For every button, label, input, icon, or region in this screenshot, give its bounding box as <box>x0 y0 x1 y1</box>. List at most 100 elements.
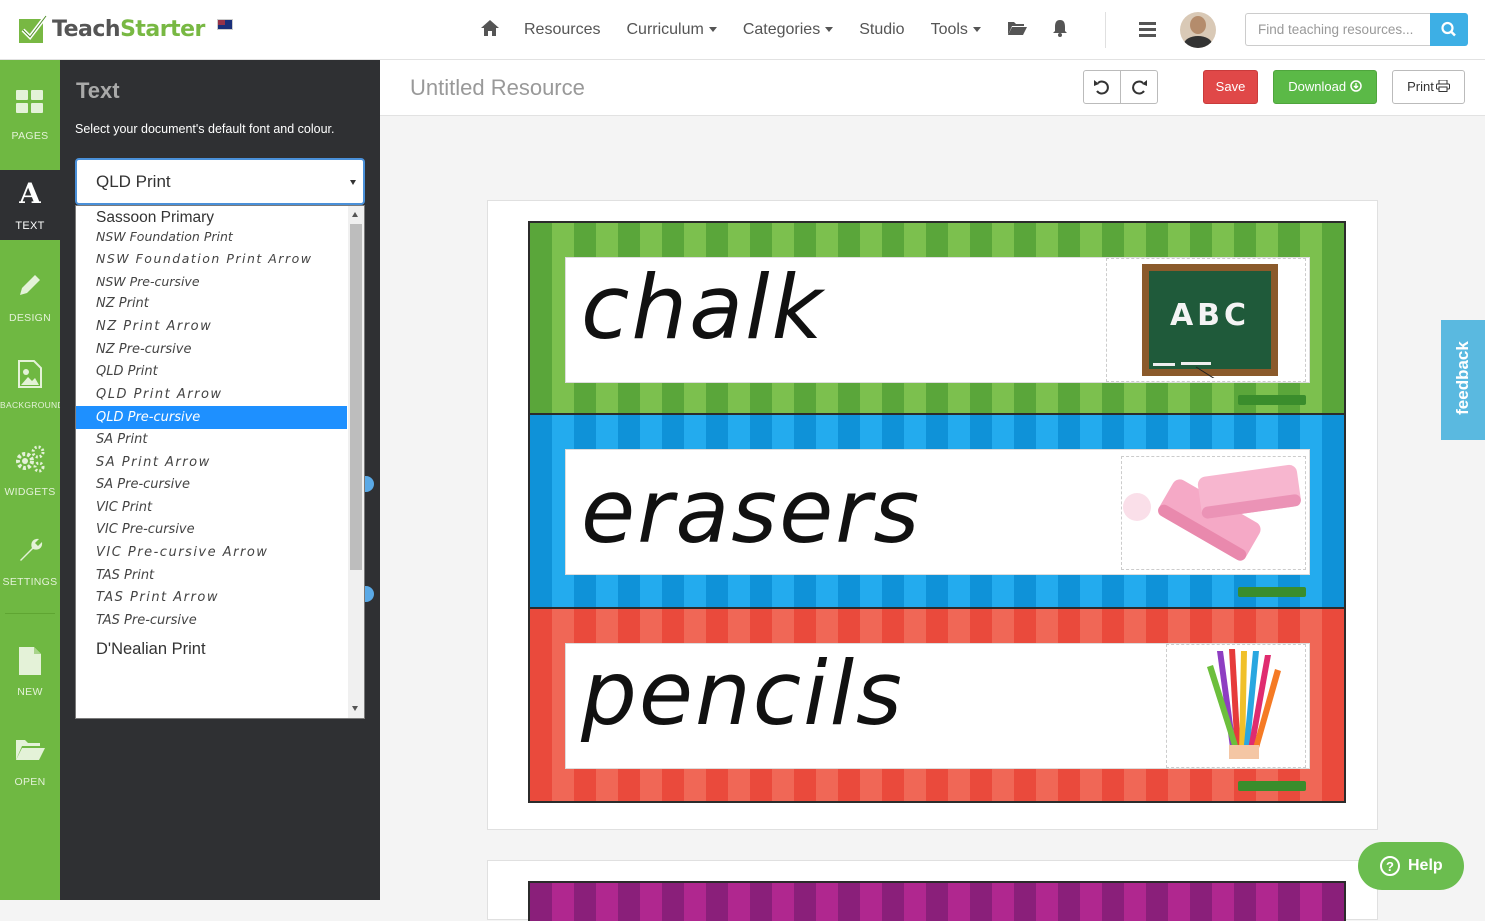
grid-icon <box>16 90 43 113</box>
font-option[interactable]: NZ Print Arrow <box>76 315 347 338</box>
home-icon[interactable] <box>480 19 500 42</box>
redo-button[interactable] <box>1120 70 1158 104</box>
word-card[interactable]: pencils <box>528 607 1346 803</box>
undo-button[interactable] <box>1083 70 1121 104</box>
nav-studio[interactable]: Studio <box>859 21 904 39</box>
brand-part-teach: Teach <box>52 16 121 42</box>
sidebar-item-label: NEW <box>17 686 43 698</box>
sidebar-item-settings[interactable]: SETTINGS <box>0 520 60 608</box>
pencils-illustration <box>1207 649 1281 759</box>
editor-sidebar: PAGES A TEXT DESIGN BACKGROUND WIDGETS S… <box>0 60 64 900</box>
scroll-down-arrow-icon[interactable] <box>352 706 358 711</box>
search-input[interactable]: Find teaching resources... <box>1245 13 1430 46</box>
slider-handle[interactable] <box>365 476 374 492</box>
slider-handle[interactable] <box>365 586 374 602</box>
sidebar-item-label: SETTINGS <box>2 576 58 588</box>
word-card[interactable] <box>528 881 1346 921</box>
user-avatar[interactable] <box>1180 12 1216 48</box>
nav-tools-label: Tools <box>930 21 968 38</box>
sidebar-item-new[interactable]: NEW <box>0 630 60 718</box>
chalkboard-text: ABC <box>1170 298 1250 333</box>
card-word[interactable]: erasers <box>581 468 921 556</box>
sidebar-item-background[interactable]: BACKGROUND <box>0 340 64 428</box>
teachstarter-watermark <box>1238 395 1306 405</box>
scroll-up-arrow-icon[interactable] <box>352 212 358 217</box>
document-page[interactable]: chalk ABC erasers pencils <box>487 200 1378 830</box>
feedback-label: feedback <box>1453 341 1472 415</box>
main-nav: Resources Curriculum Categories Studio T… <box>480 0 1095 60</box>
font-option[interactable]: NSW Foundation Print <box>76 225 347 248</box>
document-page-2[interactable] <box>487 860 1378 921</box>
card-image-frame[interactable] <box>1166 644 1306 768</box>
font-dropdown-list: Sassoon Primary NSW Foundation Print NSW… <box>75 205 365 719</box>
panel-title: Text <box>76 78 120 103</box>
sidebar-item-pages[interactable]: PAGES <box>0 60 60 148</box>
help-button[interactable]: ? Help <box>1358 842 1464 890</box>
hamburger-menu-icon[interactable] <box>1139 22 1156 37</box>
sidebar-item-label: TEXT <box>15 220 45 232</box>
font-option[interactable]: QLD Print Arrow <box>76 383 347 406</box>
font-option[interactable]: VIC Print <box>76 496 347 519</box>
redo-icon <box>1132 80 1147 95</box>
word-card-inner: pencils <box>565 643 1310 769</box>
print-button[interactable]: Print <box>1392 70 1465 104</box>
font-option[interactable]: TAS Print Arrow <box>76 586 347 609</box>
editor-toolbar: Untitled Resource Save Download Print <box>380 60 1485 116</box>
card-word[interactable]: chalk <box>581 264 825 352</box>
erasers-illustration <box>1123 464 1301 561</box>
sidebar-item-widgets[interactable]: WIDGETS <box>0 430 60 518</box>
printer-icon <box>1435 79 1450 92</box>
card-image-frame[interactable]: ABC <box>1106 258 1306 382</box>
sidebar-divider <box>5 613 55 614</box>
question-mark-icon: ? <box>1380 856 1400 876</box>
bell-icon[interactable] <box>1051 19 1069 42</box>
help-label: Help <box>1408 857 1443 874</box>
sidebar-item-text[interactable]: A TEXT <box>0 170 60 240</box>
folder-icon[interactable] <box>1007 20 1027 41</box>
sidebar-item-design[interactable]: DESIGN <box>0 250 60 338</box>
sidebar-item-label: PAGES <box>11 130 49 142</box>
card-image-frame[interactable] <box>1121 456 1306 570</box>
sidebar-item-label: BACKGROUND <box>0 400 64 410</box>
nav-curriculum[interactable]: Curriculum <box>626 21 717 39</box>
search-button[interactable] <box>1430 13 1468 46</box>
teachstarter-logo[interactable]: TeachStarter <box>18 12 233 46</box>
sidebar-item-label: DESIGN <box>8 312 52 324</box>
font-option[interactable]: D'Nealian Print <box>76 638 347 661</box>
nav-tools[interactable]: Tools <box>931 21 981 39</box>
image-icon <box>18 360 42 388</box>
font-option[interactable]: SA Print <box>76 428 347 451</box>
font-option[interactable]: NSW Pre-cursive <box>76 270 347 293</box>
feedback-tab[interactable]: feedback <box>1441 320 1485 440</box>
font-option[interactable]: NZ Pre-cursive <box>76 338 347 361</box>
australia-flag-icon[interactable] <box>216 18 233 30</box>
nav-divider <box>1105 12 1106 48</box>
font-option[interactable]: TAS Pre-cursive <box>76 609 347 632</box>
font-option[interactable]: QLD Print <box>76 360 347 383</box>
sidebar-item-label: OPEN <box>14 776 46 788</box>
nav-resources[interactable]: Resources <box>524 21 600 39</box>
caret-down-icon <box>972 27 981 33</box>
nav-curriculum-label: Curriculum <box>626 21 704 38</box>
nav-categories[interactable]: Categories <box>743 21 834 39</box>
font-option-highlighted[interactable]: QLD Pre-cursive <box>76 406 347 429</box>
font-option[interactable]: VIC Pre-cursive Arrow <box>76 541 347 564</box>
save-button[interactable]: Save <box>1203 70 1258 104</box>
font-option[interactable]: TAS Print <box>76 564 347 587</box>
font-option[interactable]: NSW Foundation Print Arrow <box>76 247 347 270</box>
font-select[interactable]: QLD Print <box>75 158 365 205</box>
font-option[interactable]: SA Print Arrow <box>76 451 347 474</box>
sidebar-item-open[interactable]: OPEN <box>0 720 60 808</box>
document-title[interactable]: Untitled Resource <box>410 75 585 101</box>
nav-studio-label: Studio <box>859 21 905 38</box>
card-word[interactable]: pencils <box>581 650 904 738</box>
brand-part-starter: Starter <box>120 16 205 42</box>
word-card[interactable]: chalk ABC <box>528 221 1346 415</box>
download-button[interactable]: Download <box>1273 70 1377 104</box>
font-option[interactable]: VIC Pre-cursive <box>76 518 347 541</box>
dropdown-scroll-thumb[interactable] <box>350 224 362 570</box>
font-option[interactable]: NZ Print <box>76 292 347 315</box>
font-option[interactable]: SA Pre-cursive <box>76 473 347 496</box>
word-card-inner: erasers <box>565 449 1310 575</box>
word-card[interactable]: erasers <box>528 413 1346 609</box>
